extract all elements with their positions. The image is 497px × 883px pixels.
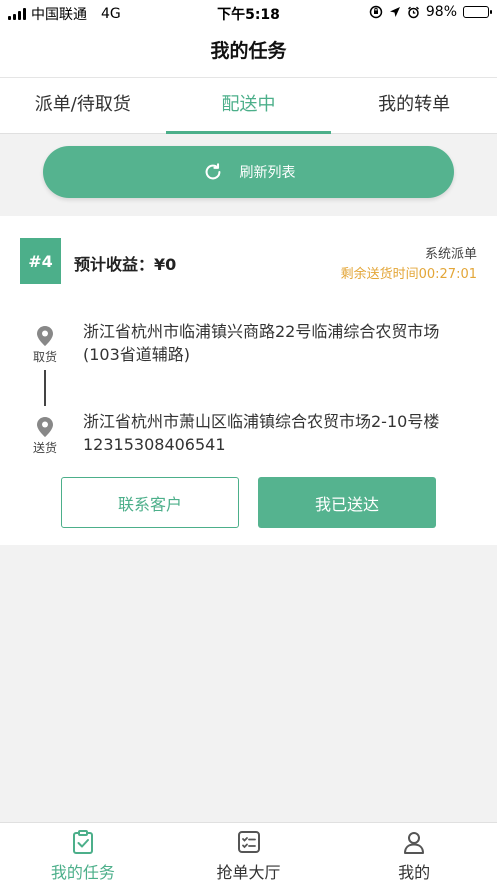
location-arrow-icon (389, 7, 400, 17)
contact-customer-button[interactable]: 联系客户 (61, 477, 239, 528)
bottom-tab-my-tasks-label: 我的任务 (50, 863, 115, 882)
nav-bar: 我的任务 (0, 26, 497, 78)
route-connector (44, 370, 46, 406)
location-pin-icon (37, 326, 53, 346)
profile-icon (404, 832, 425, 854)
refresh-list-label: 刷新列表 (239, 165, 296, 181)
page-title: 我的任务 (210, 40, 287, 62)
carrier-name: 中国联通 (31, 7, 87, 23)
pickup-address-line1: 浙江省杭州市临浦镇兴商路22号临浦综合农贸市场 (83, 322, 440, 341)
delivery-address: 浙江省杭州市萧山区临浦镇综合农贸市场2-10号楼 12315308406541 (83, 410, 483, 456)
pickup-label: 取货 (32, 350, 57, 364)
delivery-address-line1: 浙江省杭州市萧山区临浦镇综合农贸市场2-10号楼 (83, 412, 440, 431)
delivery-label: 送货 (32, 441, 57, 455)
tab-dispatch-pending-pickup[interactable]: 派单/待取货 (0, 78, 166, 133)
status-right: 98% (369, 4, 492, 20)
screen-rotation-lock-icon (369, 5, 383, 19)
battery-icon (463, 6, 492, 18)
bottom-tab-order-hall[interactable]: 抢单大厅 (166, 823, 332, 883)
delivery-address-line2: 12315308406541 (83, 435, 226, 454)
refresh-icon (205, 163, 220, 180)
refresh-list-button[interactable]: 刷新列表 (43, 146, 454, 198)
remaining-delivery-time: 剩余送货时间00:27:01 (340, 267, 477, 282)
pickup-address-line2: (103省道辅路) (83, 345, 191, 364)
dispatch-type: 系统派单 (424, 247, 477, 262)
pickup-marker: 取货 (28, 326, 62, 365)
tab-my-transfers[interactable]: 我的转单 (331, 78, 497, 133)
bottom-tab-bar: 我的任务 抢单大厅 我的 (0, 822, 497, 883)
location-pin-icon (37, 417, 53, 437)
signal-icon (8, 8, 26, 20)
alarm-icon (407, 6, 419, 18)
order-hall-icon (237, 831, 260, 853)
network-type: 4G (101, 6, 121, 22)
delivery-marker: 送货 (28, 417, 62, 456)
task-clipboard-icon (72, 830, 93, 854)
bottom-tab-my-tasks[interactable]: 我的任务 (0, 823, 166, 883)
bottom-tab-order-hall-label: 抢单大厅 (216, 863, 281, 882)
battery-percent: 98% (425, 4, 457, 20)
status-left: 中国联通 4G (8, 4, 121, 24)
bottom-tab-profile[interactable]: 我的 (331, 823, 497, 883)
bottom-tab-profile-label: 我的 (398, 863, 431, 882)
pickup-address: 浙江省杭州市临浦镇兴商路22号临浦综合农贸市场 (103省道辅路) (83, 320, 483, 366)
tab-delivering[interactable]: 配送中 (165, 78, 332, 134)
order-number-badge: #4 (20, 238, 61, 284)
task-tabs: 派单/待取货 配送中 我的转单 (0, 78, 497, 134)
delivered-button[interactable]: 我已送达 (258, 477, 436, 528)
status-bar: 中国联通 4G 下午5:18 98% (0, 0, 497, 26)
estimated-income: 预计收益：¥0 (74, 255, 177, 274)
